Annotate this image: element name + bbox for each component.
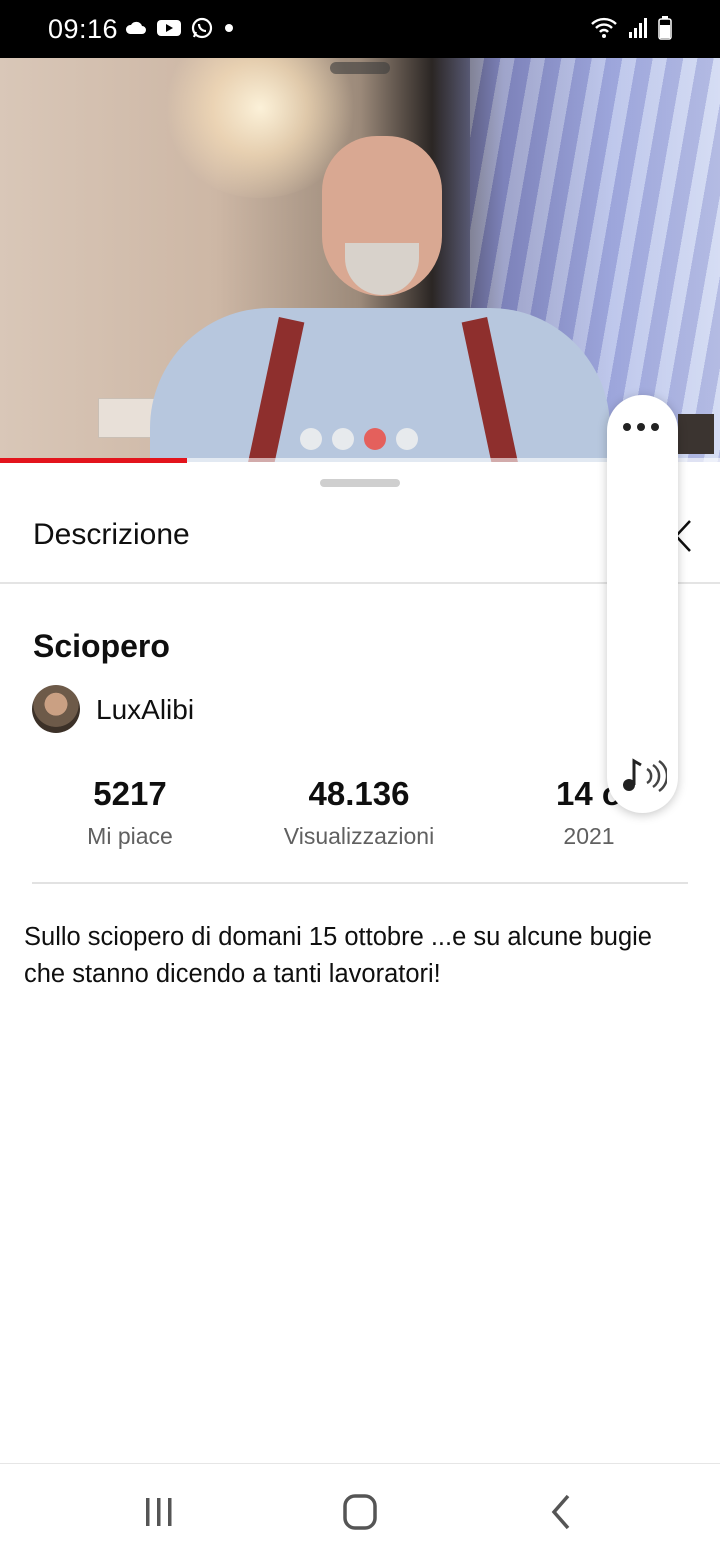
back-icon[interactable] — [532, 1492, 592, 1532]
system-nav-bar — [0, 1463, 720, 1560]
video-frame-call-button — [300, 428, 322, 450]
dot-icon — [225, 24, 233, 32]
video-frame-pip-thumbnail — [678, 414, 714, 454]
stat-likes: 5217 Mi piace — [15, 775, 245, 850]
sound-music-icon[interactable] — [619, 755, 667, 795]
video-frame-call-controls — [300, 428, 418, 450]
signal-icon — [629, 18, 647, 38]
cloud-icon — [125, 21, 146, 34]
wifi-icon — [591, 17, 617, 38]
channel-name[interactable]: LuxAlibi — [96, 694, 194, 726]
stats-divider — [32, 882, 688, 884]
stat-label: 2021 — [563, 823, 615, 849]
stat-label: Mi piace — [87, 823, 173, 849]
youtube-icon — [157, 20, 181, 36]
video-frame-call-button — [332, 428, 354, 450]
status-time: 09:16 — [48, 14, 119, 44]
battery-icon — [658, 16, 672, 40]
video-player[interactable] — [0, 58, 720, 462]
status-icons-left — [124, 16, 236, 40]
status-icons-right — [590, 16, 672, 40]
home-icon[interactable] — [330, 1492, 390, 1532]
stat-label: Visualizzazioni — [283, 823, 435, 849]
channel-avatar[interactable] — [32, 685, 80, 733]
stat-views: 48.136 Visualizzazioni — [244, 775, 474, 850]
video-frame-hangup-button — [364, 428, 386, 450]
stat-value: 5217 — [93, 775, 167, 812]
sheet-drag-handle[interactable] — [320, 479, 400, 487]
video-frame-call-button — [396, 428, 418, 450]
video-frame-toolbar — [330, 62, 390, 74]
sheet-title: Descrizione — [33, 518, 190, 551]
floating-edge-panel[interactable] — [607, 395, 678, 813]
recents-icon[interactable] — [129, 1492, 189, 1532]
video-title: Sciopero — [33, 628, 170, 664]
video-description: Sullo sciopero di domani 15 ottobre ...e… — [24, 923, 652, 988]
stat-value: 48.136 — [308, 775, 410, 812]
whatsapp-icon — [191, 17, 213, 39]
status-bar: 09:16 — [0, 0, 720, 58]
video-frame-switch — [98, 398, 158, 438]
more-dots-icon[interactable] — [623, 423, 659, 431]
